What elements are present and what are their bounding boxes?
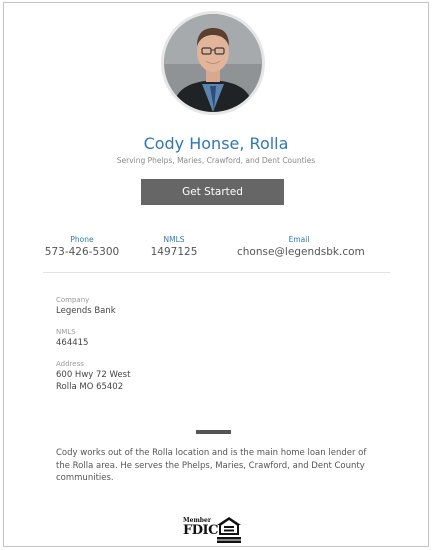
address-line-1: 600 Hwy 72 West — [56, 370, 131, 380]
company-nmls-label: NMLS — [56, 328, 76, 336]
nmls-label: NMLS — [163, 235, 185, 244]
nmls-block: NMLS 1497125 — [147, 235, 201, 259]
email-block: Email chonse@legendsbk.com — [237, 235, 365, 259]
section-divider — [43, 272, 390, 273]
separator-bar — [196, 430, 231, 434]
phone-block: Phone 573-426-5300 — [44, 235, 120, 259]
lender-name: Cody Honse, Rolla — [143, 134, 289, 153]
company-label: Company — [56, 296, 90, 304]
email-link[interactable]: chonse@legendsbk.com — [237, 245, 365, 259]
company-nmls-value: 464415 — [56, 338, 89, 348]
address-line-2: Rolla MO 65402 — [56, 382, 124, 392]
fdic-text: FDIC — [183, 523, 218, 538]
company-detail: Company Legends Bank — [56, 295, 116, 317]
company-value: Legends Bank — [56, 306, 116, 316]
bio-text: Cody works out of the Rolla location and… — [56, 448, 367, 483]
get-started-button[interactable]: Get Started — [141, 179, 284, 205]
equal-housing-lender-icon — [216, 516, 242, 543]
email-label: Email — [288, 235, 310, 244]
profile-photo — [161, 11, 265, 115]
phone-label: Phone — [70, 235, 94, 244]
service-area: Serving Phelps, Maries, Crawford, and De… — [116, 156, 316, 165]
profile-card: Cody Honse, Rolla Serving Phelps, Maries… — [3, 2, 429, 547]
phone-link[interactable]: 573-426-5300 — [44, 245, 120, 259]
nmls-value: 1497125 — [150, 246, 198, 258]
portrait-image — [164, 14, 262, 112]
address-detail: Address 600 Hwy 72 West Rolla MO 65402 — [56, 359, 130, 393]
nmls-detail: NMLS 464415 — [56, 327, 88, 349]
address-label: Address — [56, 360, 84, 368]
fdic-logo: Member FDIC — [183, 517, 218, 543]
